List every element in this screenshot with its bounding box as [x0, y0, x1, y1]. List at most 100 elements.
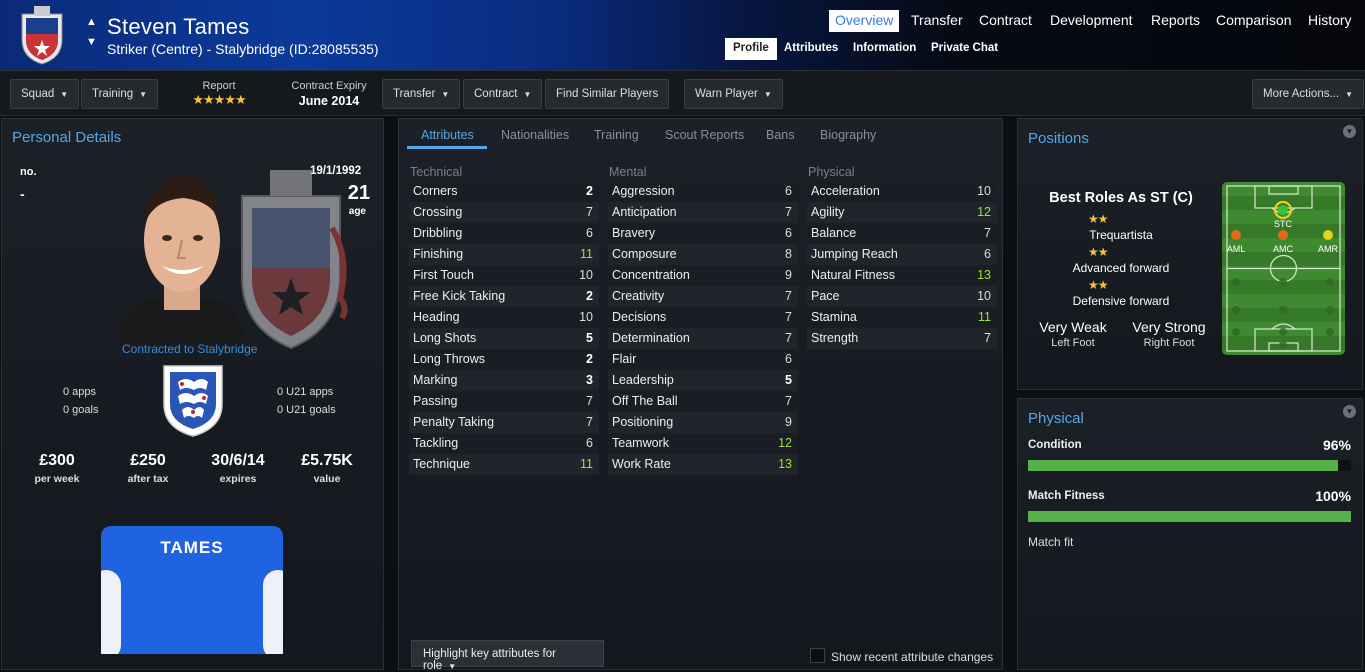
nav-reports[interactable]: Reports [1145, 10, 1206, 32]
subnav-attributes[interactable]: Attributes [776, 38, 846, 60]
recent-changes-checkbox[interactable] [810, 648, 825, 663]
position-unconvincing-marker [1278, 230, 1288, 240]
player-name: Steven Tames [107, 14, 250, 39]
attribute-row[interactable]: Leadership 5 [608, 370, 798, 391]
attribute-row[interactable]: Positioning 9 [608, 412, 798, 433]
attribute-row[interactable]: Dribbling 6 [409, 223, 599, 244]
nav-development[interactable]: Development [1044, 10, 1139, 32]
attribute-row[interactable]: Stamina 11 [807, 307, 997, 328]
squad-button[interactable]: Squad ▼ [10, 79, 80, 109]
attribute-row[interactable]: Free Kick Taking 2 [409, 286, 599, 307]
subnav-information[interactable]: Information [845, 38, 924, 60]
training-button[interactable]: Training ▼ [81, 79, 159, 109]
contract-expiry-summary: Contract Expiry June 2014 [283, 80, 375, 108]
positions-title: Positions [1028, 130, 1089, 147]
attribute-value: 7 [586, 205, 593, 219]
condition-bar [1028, 460, 1351, 471]
attribute-row[interactable]: Marking 3 [409, 370, 599, 391]
attribute-row[interactable]: Acceleration 10 [807, 181, 997, 202]
expires-value: 30/6/14 [211, 452, 265, 469]
attribute-row[interactable]: First Touch 10 [409, 265, 599, 286]
collapse-positions-icon[interactable]: ▼ [1343, 125, 1356, 138]
attribute-row[interactable]: Balance 7 [807, 223, 997, 244]
attribute-row[interactable]: Technique 11 [409, 454, 599, 475]
attribute-row[interactable]: Finishing 11 [409, 244, 599, 265]
attribute-row[interactable]: Off The Ball 7 [608, 391, 798, 412]
action-toolbar: Squad ▼ Training ▼ Report ★★★★★ Contract E… [0, 70, 1365, 116]
report-summary[interactable]: Report ★★★★★ [180, 80, 258, 108]
attribute-row[interactable]: Penalty Taking 7 [409, 412, 599, 433]
attribute-name: Work Rate [612, 457, 671, 471]
contract-expiry-value: June 2014 [298, 94, 360, 108]
attribute-row[interactable]: Concentration 9 [608, 265, 798, 286]
attribute-name: Positioning [612, 415, 674, 429]
previous-player-arrow-icon[interactable]: ▲ [86, 17, 97, 28]
transfer-button[interactable]: Transfer ▼ [382, 79, 461, 109]
attribute-row[interactable]: Long Throws 2 [409, 349, 599, 370]
attribute-name: Pace [811, 289, 840, 303]
attribute-name: Aggression [612, 184, 675, 198]
subnav-profile[interactable]: Profile [725, 38, 777, 60]
nav-comparison[interactable]: Comparison [1210, 10, 1297, 32]
tab-training[interactable]: Training [594, 128, 639, 142]
attribute-value: 11 [580, 457, 593, 471]
attribute-row[interactable]: Tackling 6 [409, 433, 599, 454]
attribute-row[interactable]: Anticipation 7 [608, 202, 798, 223]
subnav-private-chat[interactable]: Private Chat [923, 38, 1006, 60]
tab-biography[interactable]: Biography [820, 128, 876, 142]
attribute-row[interactable]: Natural Fitness 13 [807, 265, 997, 286]
attribute-row[interactable]: Bravery 6 [608, 223, 798, 244]
attribute-row[interactable]: Composure 8 [608, 244, 798, 265]
player-photo [118, 176, 246, 340]
attribute-row[interactable]: Crossing 7 [409, 202, 599, 223]
next-player-arrow-icon[interactable]: ▼ [86, 37, 97, 48]
attribute-row[interactable]: Teamwork 12 [608, 433, 798, 454]
attribute-value: 2 [586, 184, 593, 198]
attribute-row[interactable]: Corners 2 [409, 181, 599, 202]
shirt-sleeve-left [101, 570, 121, 654]
attribute-row[interactable]: Passing 7 [409, 391, 599, 412]
tab-nationalities[interactable]: Nationalities [501, 128, 569, 142]
recent-changes-label: Show recent attribute changes [831, 650, 994, 664]
nav-overview[interactable]: Overview [829, 10, 900, 32]
attribute-row[interactable]: Agility 12 [807, 202, 997, 223]
attribute-row[interactable]: Aggression 6 [608, 181, 798, 202]
attribute-name: Agility [811, 205, 845, 219]
nav-transfer[interactable]: Transfer [905, 10, 969, 32]
position-unconvincing-marker [1231, 230, 1241, 240]
right-foot-rating: Very Strong [1132, 319, 1206, 335]
squad-number-label: no. [20, 166, 37, 178]
attribute-value: 13 [977, 268, 991, 282]
tab-attributes[interactable]: Attributes [421, 128, 474, 142]
tab-scout-reports[interactable]: Scout Reports [665, 128, 744, 142]
attribute-row[interactable]: Determination 7 [608, 328, 798, 349]
attribute-row[interactable]: Jumping Reach 6 [807, 244, 997, 265]
warn-player-button[interactable]: Warn Player ▼ [684, 79, 783, 109]
attribute-row[interactable]: Work Rate 13 [608, 454, 798, 475]
attribute-row[interactable]: Strength 7 [807, 328, 997, 349]
more-actions-button[interactable]: More Actions... ▼ [1252, 79, 1364, 109]
nav-history[interactable]: History [1302, 10, 1358, 32]
report-stars-icon: ★★★★★ [192, 92, 246, 107]
tab-bans[interactable]: Bans [766, 128, 795, 142]
position-markers [1231, 200, 1334, 349]
highlight-key-attributes-dropdown[interactable]: Highlight key attributes for role ▼ [411, 640, 604, 672]
attribute-value: 10 [977, 289, 991, 303]
match-fitness-bar-fill [1028, 511, 1351, 522]
attribute-row[interactable]: Heading 10 [409, 307, 599, 328]
find-similar-players-button[interactable]: Find Similar Players [545, 79, 670, 109]
attribute-row[interactable]: Creativity 7 [608, 286, 798, 307]
attribute-row[interactable]: Flair 6 [608, 349, 798, 370]
attribute-row[interactable]: Long Shots 5 [409, 328, 599, 349]
wage-value: £300 [39, 452, 75, 469]
attribute-row[interactable]: Pace 10 [807, 286, 997, 307]
contracted-to-club-link[interactable]: Contracted to Stalybridge [122, 342, 257, 356]
nav-contract[interactable]: Contract [973, 10, 1038, 32]
attribute-row[interactable]: Decisions 7 [608, 307, 798, 328]
attribute-name: Determination [612, 331, 690, 345]
attribute-value: 7 [984, 331, 991, 345]
attribute-value: 6 [984, 247, 991, 261]
shirt-sleeve-right [263, 570, 283, 654]
contract-button[interactable]: Contract ▼ [463, 79, 543, 109]
collapse-physical-icon[interactable]: ▼ [1343, 405, 1356, 418]
